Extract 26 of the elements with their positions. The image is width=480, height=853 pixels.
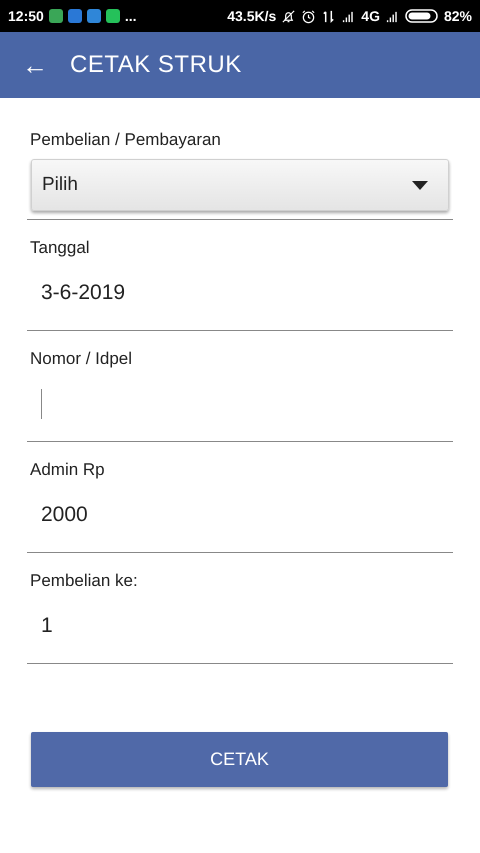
field-label: Admin Rp <box>29 460 106 480</box>
input-field[interactable]: 2000 <box>27 492 453 538</box>
notification-app-icon <box>86 9 101 23</box>
battery-icon <box>404 8 439 24</box>
print-button[interactable]: CETAK <box>31 732 448 787</box>
muted-bell-icon <box>281 8 296 24</box>
input-field[interactable]: 1 <box>27 603 453 649</box>
notification-app-icon <box>106 9 120 23</box>
dropdown[interactable]: Pilih <box>31 159 449 211</box>
more-notifications: ... <box>124 8 136 24</box>
input-field[interactable]: 3-6-2019 <box>27 270 453 316</box>
notification-app-icon <box>68 9 82 23</box>
notification-app-icon <box>48 9 63 23</box>
field-label: Tanggal <box>29 238 91 258</box>
data-transfer-icon <box>321 8 336 24</box>
caret-icon <box>412 180 428 190</box>
field-label: Pembelian ke: <box>29 571 139 591</box>
alarm-icon <box>301 8 316 24</box>
network-type: 4G <box>361 8 380 24</box>
screen-title: CETAK STRUK <box>70 51 242 79</box>
status-time: 12:50 <box>8 8 44 24</box>
battery-percentage: 82% <box>444 8 472 24</box>
back-button[interactable]: ← <box>18 50 52 80</box>
network-speed: 43.5K/s <box>227 8 276 24</box>
field-label: Nomor / Idpel <box>29 349 134 369</box>
field-label: Pembelian / Pembayaran <box>29 130 222 150</box>
